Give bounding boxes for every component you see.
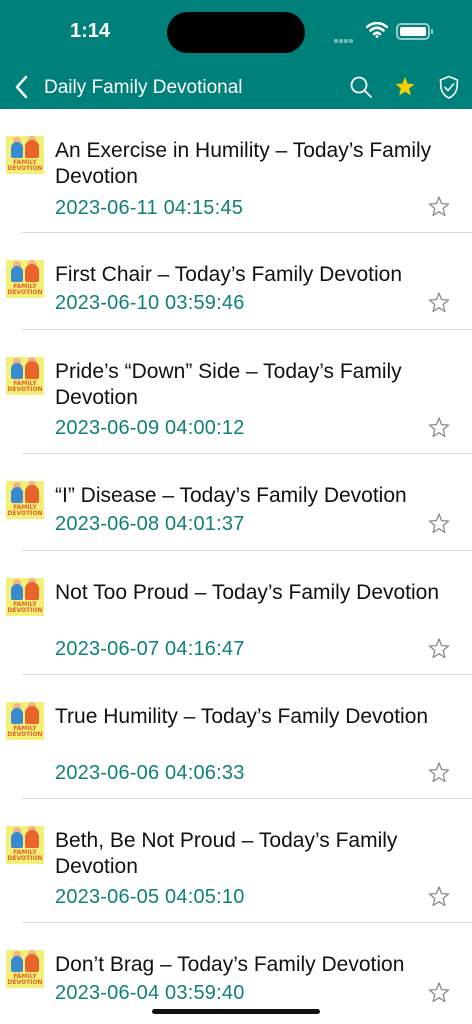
star-outline-icon[interactable] [427,761,451,785]
shield-check-icon[interactable] [436,74,462,100]
star-outline-icon[interactable] [427,637,451,661]
devotion-title: Don’t Brag – Today’s Family Devotion [55,953,405,976]
devotion-date: 2023-06-05 04:05:10 [55,886,245,908]
devotion-title: Pride’s “Down” Side – Today’s Family Dev… [55,360,402,409]
page-title: Daily Family Devotional [44,77,243,98]
star-outline-icon[interactable] [427,416,451,440]
devotion-thumbnail: FAMILY DEVOTION [6,826,44,864]
devotion-date: 2023-06-09 04:00:12 [55,417,245,439]
devotion-date: 2023-06-06 04:06:33 [55,762,245,784]
devotion-title: Not Too Proud – Today’s Family Devotion [55,581,440,604]
cellular-signal-icon [334,30,354,48]
devotion-thumbnail: FAMILY DEVOTION [6,260,44,298]
star-outline-icon[interactable] [427,195,451,219]
devotion-date: 2023-06-04 03:59:40 [55,982,245,1004]
home-indicator[interactable] [152,1009,320,1014]
search-icon[interactable] [348,74,374,100]
list-item[interactable]: FAMILY DEVOTION True Humility – Today’s … [0,675,472,799]
devotion-title: An Exercise in Humility – Today’s Family… [55,139,432,188]
back-chevron-icon[interactable] [12,74,34,100]
devotion-title: “I” Disease – Today’s Family Devotion [55,484,407,507]
devotion-title: First Chair – Today’s Family Devotion [55,263,403,286]
list-item[interactable]: FAMILY DEVOTION Pride’s “Down” Side – To… [0,330,472,454]
devotion-title: Beth, Be Not Proud – Today’s Family Devo… [55,829,398,878]
status-time: 1:14 [70,20,111,42]
devotion-title: True Humility – Today’s Family Devotion [55,705,429,728]
list-item[interactable]: FAMILY DEVOTION “I” Disease – Today’s Fa… [0,454,472,551]
devotion-thumbnail: FAMILY DEVOTION [6,136,44,174]
devotion-date: 2023-06-10 03:59:46 [55,292,245,314]
devotion-thumbnail: FAMILY DEVOTION [6,357,44,395]
list-item[interactable]: FAMILY DEVOTION First Chair – Today’s Fa… [0,233,472,330]
list-item[interactable]: FAMILY DEVOTION Beth, Be Not Proud – Tod… [0,799,472,923]
star-outline-icon[interactable] [427,981,451,1005]
devotion-thumbnail: FAMILY DEVOTION [6,578,44,616]
devotion-thumbnail: FAMILY DEVOTION [6,702,44,740]
battery-icon [396,23,433,40]
list-item[interactable]: FAMILY DEVOTION Not Too Proud – Today’s … [0,551,472,675]
app-header: 1:14 Daily Family Devotional [0,0,472,109]
navigation-bar: Daily Family Devotional [0,64,472,109]
devotion-date: 2023-06-07 04:16:47 [55,638,245,660]
list-item[interactable]: FAMILY DEVOTION An Exercise in Humility … [0,109,472,233]
devotion-thumbnail: FAMILY DEVOTION [6,481,44,519]
wifi-icon [366,22,388,38]
devotion-date: 2023-06-11 04:15:45 [55,197,244,219]
dynamic-island [167,12,305,53]
star-outline-icon[interactable] [427,291,451,315]
devotion-thumbnail: FAMILY DEVOTION [6,950,44,988]
devotion-date: 2023-06-08 04:01:37 [55,513,245,535]
favorites-star-icon[interactable] [392,74,418,100]
star-outline-icon[interactable] [427,885,451,909]
star-outline-icon[interactable] [427,512,451,536]
status-bar: 1:14 [0,0,472,60]
